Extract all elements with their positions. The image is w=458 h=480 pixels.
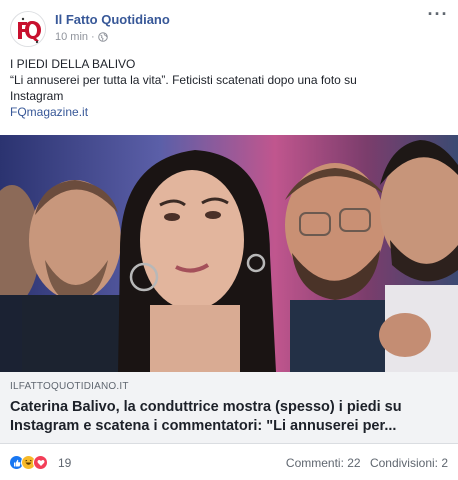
post-text-line: Instagram	[10, 89, 64, 103]
engagement-counts: Commenti: 22 Condivisioni: 2	[286, 456, 448, 470]
post-header: Il Fatto Quotidiano 10 min · ···	[0, 0, 458, 52]
post-timestamp[interactable]: 10 min	[55, 31, 88, 43]
post-text: I PIEDI DELLA BALIVO “Li annuserei per t…	[10, 56, 450, 120]
post-meta: 10 min ·	[55, 31, 108, 43]
post-text-line: “Li annuserei per tutta la vita”. Fetici…	[10, 73, 357, 87]
preview-headline[interactable]: Caterina Balivo, la conduttrice mostra (…	[10, 398, 450, 436]
reactions-bar: 19 Commenti: 22 Condivisioni: 2	[0, 444, 458, 480]
reaction-icons[interactable]	[9, 455, 48, 470]
post-photo[interactable]	[0, 135, 458, 372]
post-link[interactable]: FQmagazine.it	[10, 104, 450, 120]
link-preview[interactable]: ILFATTOQUOTIDIANO.IT Caterina Balivo, la…	[0, 372, 458, 444]
more-options-icon[interactable]: ···	[426, 5, 450, 25]
comments-count[interactable]: Commenti: 22	[286, 456, 361, 470]
globe-icon	[97, 32, 108, 42]
meta-separator: ·	[91, 31, 95, 43]
page-avatar[interactable]	[10, 11, 46, 47]
reaction-count[interactable]: 19	[58, 456, 71, 470]
post-text-line: I PIEDI DELLA BALIVO	[10, 57, 136, 71]
page-name-link[interactable]: Il Fatto Quotidiano	[55, 12, 170, 27]
preview-domain: ILFATTOQUOTIDIANO.IT	[10, 381, 129, 392]
fq-logo-icon	[11, 12, 45, 46]
shares-count[interactable]: Condivisioni: 2	[370, 456, 448, 470]
facebook-post: Il Fatto Quotidiano 10 min · ··· I PIEDI…	[0, 0, 458, 480]
love-reaction-icon	[33, 455, 48, 470]
